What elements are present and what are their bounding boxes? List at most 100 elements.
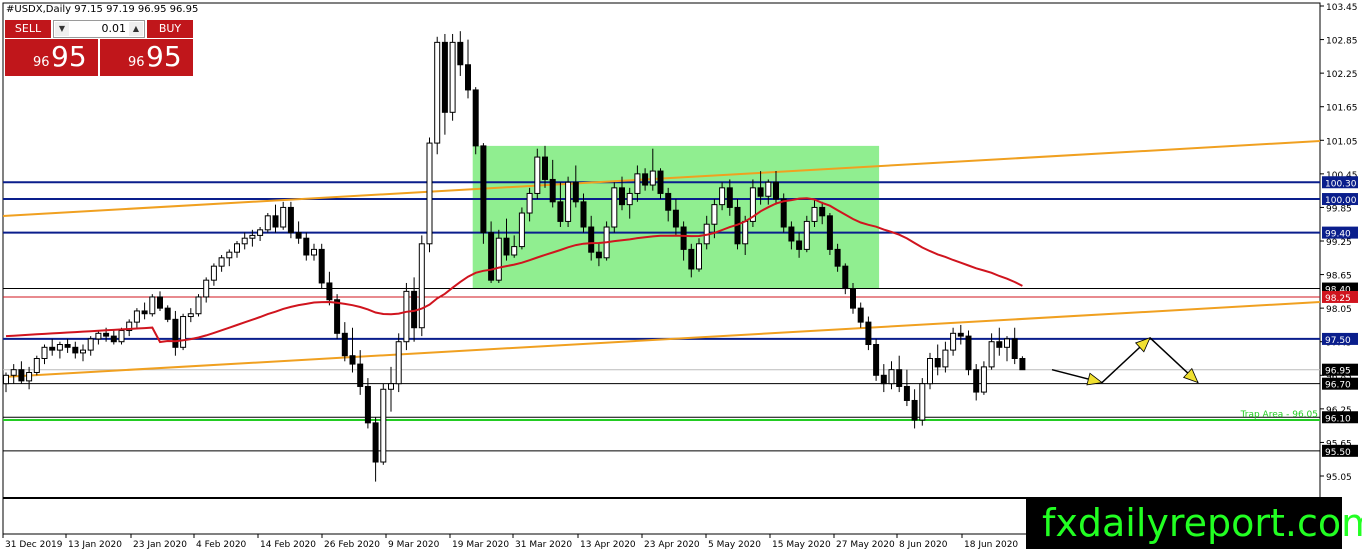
candle-body [880,374,887,385]
lot-size-field[interactable]: ▼ 0.01 ▲ [53,20,145,38]
candle-body [180,316,187,348]
candle [33,355,40,376]
candle-body [726,187,733,208]
candle-body [642,173,649,186]
candle-body [588,226,595,253]
y-axis-tick-label: 102.85 [1326,37,1358,47]
candle-body [719,187,726,206]
candle-body [118,330,125,343]
candle-body [957,332,964,337]
x-axis-tick-label: 23 Apr 2020 [644,540,700,550]
sell-price-pips: 95 [51,40,87,73]
candle [603,221,610,261]
sell-button[interactable]: SELL [5,20,51,38]
candle-body [10,369,17,376]
x-axis-tick-label: 9 Mar 2020 [388,540,440,550]
candle-body [826,215,833,250]
candle-body [195,296,202,315]
candle-body [26,371,33,382]
candle-body [565,181,572,222]
candle-body [1004,338,1010,348]
candle-body [557,201,564,222]
candle-body [649,170,656,186]
candle [803,215,810,253]
price-label-text: 99.40 [1325,230,1351,240]
candle-body [572,181,579,203]
candle-body [41,346,48,359]
candle-body [295,232,302,239]
y-axis-tick-label: 98.05 [1326,305,1352,315]
candle [395,333,402,393]
candle-body [965,335,972,371]
candle-body [434,41,441,144]
candle-body [187,313,194,318]
candle-body [33,358,40,373]
buy-button[interactable]: BUY [147,20,193,38]
candle-body [796,240,803,250]
candle-body [403,290,410,343]
candle-body [287,206,294,234]
lot-size-value[interactable]: 0.01 [72,21,127,37]
candle-body [549,178,556,203]
buy-price-button[interactable]: 96 95 [100,39,193,76]
candle-body [380,388,387,463]
x-axis-tick-label: 31 Mar 2020 [515,540,572,550]
candle-body [249,234,256,239]
candle-body [780,198,787,228]
candle-body [626,192,633,206]
candle-body [580,201,587,228]
candle-body [834,248,841,267]
candle [426,137,433,253]
candle-body [341,332,348,357]
y-axis-tick-label: 98.65 [1326,272,1352,282]
candle-body [495,237,502,281]
price-chart[interactable]: Trap Area - 96.05 103.45 102.85 102.25 101.… [0,0,1362,554]
candle-body [426,142,433,245]
candle-body [72,346,79,354]
candle-body [110,335,117,343]
x-axis-tick-label: 27 May 2020 [836,540,895,550]
candle [565,176,572,228]
candle [264,213,271,233]
lot-decrease-icon[interactable]: ▼ [55,22,69,36]
x-axis-tick-label: 5 May 2020 [708,540,761,550]
candle-body [272,215,279,228]
candle-body [688,248,695,270]
price-label-text: 96.95 [1325,367,1351,377]
candle-body [511,246,518,256]
candle [873,338,880,381]
candle [472,87,479,155]
candle-body [311,248,317,256]
candle-body [388,383,394,390]
candle-body [973,369,980,393]
candle-body [696,243,702,270]
candle-body [903,385,910,401]
candle [434,36,441,155]
lot-increase-icon[interactable]: ▲ [129,22,143,36]
candle-body [372,422,379,463]
candle-body [842,265,849,290]
candle-body [349,355,356,365]
sell-price-button[interactable]: 96 95 [5,39,98,76]
candle-body [172,318,179,348]
candle-body [773,181,779,200]
candle-body [873,344,880,376]
price-label-text: 96.10 [1325,414,1351,424]
candle-body [56,344,63,351]
candle-body [326,282,333,301]
candle-body [488,232,495,281]
candle-body [850,288,856,309]
candle-body [757,187,764,197]
candle [495,229,502,283]
candle [403,282,410,351]
y-axis-tick-label: 101.65 [1326,104,1358,114]
candle [334,294,341,339]
candle-body [141,310,148,315]
candle-body [465,64,471,91]
candle-body [226,251,233,259]
candle-body [865,321,872,346]
candle-body [934,358,941,368]
candle-body [241,237,248,245]
x-axis-tick-label: 31 Dec 2019 [5,540,63,550]
candle [1019,356,1026,371]
